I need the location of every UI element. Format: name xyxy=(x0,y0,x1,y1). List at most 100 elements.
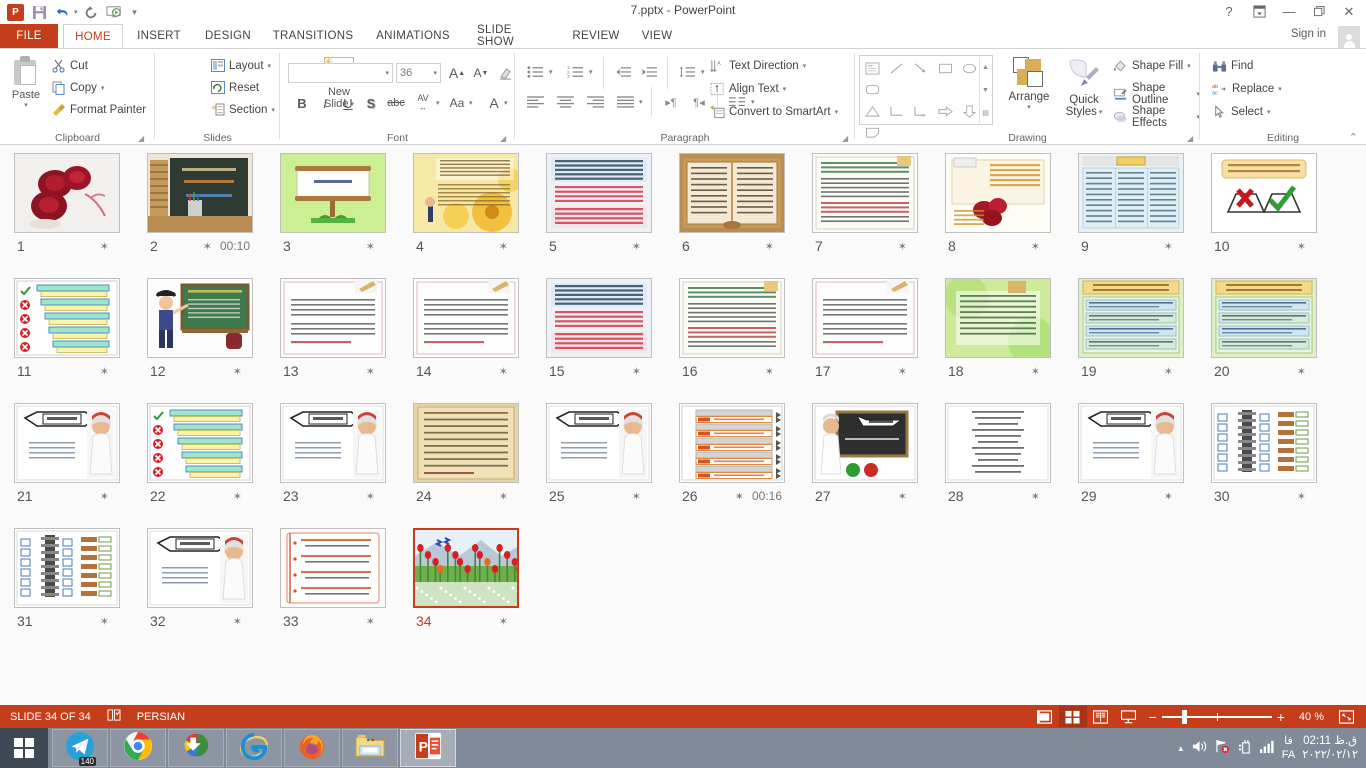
animation-star-icon[interactable]: ✶ xyxy=(366,365,375,378)
arrange-dropdown-icon[interactable]: ▾ xyxy=(1027,103,1031,111)
taskbar-item-chrome[interactable] xyxy=(110,729,166,767)
animation-star-icon[interactable]: ✶ xyxy=(499,490,508,503)
slide-thumbnail-image[interactable] xyxy=(280,153,386,233)
animation-star-icon[interactable]: ✶ xyxy=(1297,240,1306,253)
slide-thumbnail-image[interactable] xyxy=(546,403,652,483)
clear-formatting-button[interactable] xyxy=(495,63,515,83)
taskbar-item-file-explorer[interactable] xyxy=(342,729,398,767)
find-button[interactable]: Find xyxy=(1212,59,1253,73)
volume-icon[interactable] xyxy=(1192,739,1208,757)
fit-to-window-button[interactable] xyxy=(1332,706,1360,727)
slide-thumbnail-8[interactable]: 8✶ xyxy=(945,153,1051,254)
format-painter-button[interactable]: Format Painter xyxy=(52,103,146,117)
slide-thumbnail-image[interactable] xyxy=(413,278,519,358)
shapes-gallery[interactable]: ▲ ▼ ▤ xyxy=(859,55,993,125)
slide-thumbnail-image[interactable] xyxy=(679,403,785,483)
tab-slide-show[interactable]: SLIDE SHOW xyxy=(466,24,560,48)
rounded-rectangle-shape-icon[interactable] xyxy=(862,80,882,100)
slide-thumbnail-image[interactable] xyxy=(546,278,652,358)
signal-icon[interactable] xyxy=(1259,739,1275,757)
slide-thumbnail-image[interactable] xyxy=(147,278,253,358)
numbering-dropdown-icon[interactable]: ▾ xyxy=(589,68,593,76)
reading-view-button[interactable] xyxy=(1087,706,1115,727)
slide-sorter-pane[interactable]: 1✶ 2✶00:10 3✶ xyxy=(0,145,1366,705)
animation-star-icon[interactable]: ✶ xyxy=(233,490,242,503)
slide-thumbnail-7[interactable]: 7✶ xyxy=(812,153,918,254)
slide-thumbnail-22[interactable]: 22✶ xyxy=(147,403,253,504)
slide-thumbnail-image[interactable] xyxy=(945,403,1051,483)
slide-thumbnail-33[interactable]: 33✶ xyxy=(280,528,386,629)
select-dropdown-icon[interactable]: ▾ xyxy=(1267,108,1271,116)
slide-thumbnail-27[interactable]: 27✶ xyxy=(812,403,918,504)
help-icon[interactable]: ? xyxy=(1214,1,1244,22)
text-direction-dropdown-icon[interactable]: ▾ xyxy=(803,62,807,70)
slide-thumbnail-24[interactable]: 24✶ xyxy=(413,403,519,504)
shape-outline-button[interactable]: Shape Outline ▾ xyxy=(1113,82,1200,106)
animation-star-icon[interactable]: ✶ xyxy=(765,240,774,253)
animation-star-icon[interactable]: ✶ xyxy=(203,240,212,253)
slide-thumbnail-image[interactable] xyxy=(147,403,253,483)
start-button[interactable] xyxy=(0,728,48,768)
restore-button[interactable] xyxy=(1304,1,1334,22)
copy-dropdown-icon[interactable]: ▾ xyxy=(101,84,105,92)
animation-star-icon[interactable]: ✶ xyxy=(1031,365,1040,378)
animation-star-icon[interactable]: ✶ xyxy=(765,365,774,378)
slide-thumbnail-image[interactable] xyxy=(1078,403,1184,483)
tab-home[interactable]: HOME xyxy=(63,24,123,49)
rtl-direction-button[interactable]: ¶◂ xyxy=(687,91,711,113)
slide-thumbnail-6[interactable]: 6✶ xyxy=(679,153,785,254)
animation-star-icon[interactable]: ✶ xyxy=(632,240,641,253)
change-case-button[interactable]: Aa xyxy=(446,93,468,113)
slide-thumbnail-image[interactable] xyxy=(280,278,386,358)
align-center-button[interactable] xyxy=(553,91,577,113)
reset-button[interactable]: Reset xyxy=(211,81,259,94)
down-arrow-shape-icon[interactable] xyxy=(960,101,980,121)
line-spacing-button[interactable] xyxy=(675,61,699,83)
shapes-scroll-up-icon[interactable]: ▲ xyxy=(980,57,991,77)
paste-button[interactable]: Paste ▾ xyxy=(6,53,46,123)
slide-thumbnail-image[interactable] xyxy=(1211,153,1317,233)
clipboard-dialog-launcher[interactable]: ◢ xyxy=(138,134,144,143)
animation-star-icon[interactable]: ✶ xyxy=(1297,365,1306,378)
slide-thumbnail-image[interactable] xyxy=(1211,403,1317,483)
layout-button[interactable]: Layout ▾ xyxy=(211,59,271,72)
tab-animations[interactable]: ANIMATIONS xyxy=(365,24,461,48)
language-indicator[interactable]: PERSIAN xyxy=(137,711,185,723)
decrease-indent-button[interactable] xyxy=(611,61,635,83)
slide-thumbnail-image[interactable] xyxy=(413,153,519,233)
animation-star-icon[interactable]: ✶ xyxy=(366,615,375,628)
sign-in-link[interactable]: Sign in xyxy=(1291,28,1326,40)
animation-star-icon[interactable]: ✶ xyxy=(898,240,907,253)
account-avatar[interactable] xyxy=(1338,26,1360,48)
paragraph-dialog-launcher[interactable]: ◢ xyxy=(842,134,848,143)
slide-thumbnail-30[interactable]: 30✶ xyxy=(1211,403,1317,504)
paste-dropdown-icon[interactable]: ▾ xyxy=(24,101,28,109)
slide-thumbnail-image[interactable] xyxy=(1211,278,1317,358)
slide-thumbnail-image[interactable] xyxy=(413,403,519,483)
section-button[interactable]: ✳ Section ▾ xyxy=(211,103,275,116)
animation-star-icon[interactable]: ✶ xyxy=(100,365,109,378)
animation-star-icon[interactable]: ✶ xyxy=(100,240,109,253)
animation-star-icon[interactable]: ✶ xyxy=(233,365,242,378)
animation-star-icon[interactable]: ✶ xyxy=(1031,240,1040,253)
align-left-button[interactable] xyxy=(523,91,547,113)
animation-star-icon[interactable]: ✶ xyxy=(632,365,641,378)
collapse-ribbon-button[interactable]: ⌃ xyxy=(1349,131,1358,144)
text-direction-button[interactable]: A Text Direction ▾ xyxy=(710,59,806,73)
slide-sorter-view-button[interactable] xyxy=(1059,706,1087,727)
slide-thumbnail-image[interactable] xyxy=(812,153,918,233)
animation-star-icon[interactable]: ✶ xyxy=(366,240,375,253)
font-color-dropdown-icon[interactable]: ▾ xyxy=(504,99,508,107)
bullets-button[interactable] xyxy=(523,61,547,83)
animation-star-icon[interactable]: ✶ xyxy=(1164,490,1173,503)
slide-thumbnail-9[interactable]: 9✶ xyxy=(1078,153,1184,254)
slide-thumbnail-34[interactable]: 34✶ xyxy=(413,528,519,629)
zoom-out-button[interactable]: − xyxy=(1149,709,1157,725)
quick-styles-dropdown-icon[interactable]: ▾ xyxy=(1099,108,1103,116)
minimize-button[interactable]: — xyxy=(1274,1,1304,22)
notes-icon[interactable] xyxy=(107,709,121,725)
character-spacing-dropdown-icon[interactable]: ▾ xyxy=(436,99,440,107)
slide-thumbnail-image[interactable] xyxy=(679,153,785,233)
slide-thumbnail-image[interactable] xyxy=(546,153,652,233)
animation-star-icon[interactable]: ✶ xyxy=(1031,490,1040,503)
